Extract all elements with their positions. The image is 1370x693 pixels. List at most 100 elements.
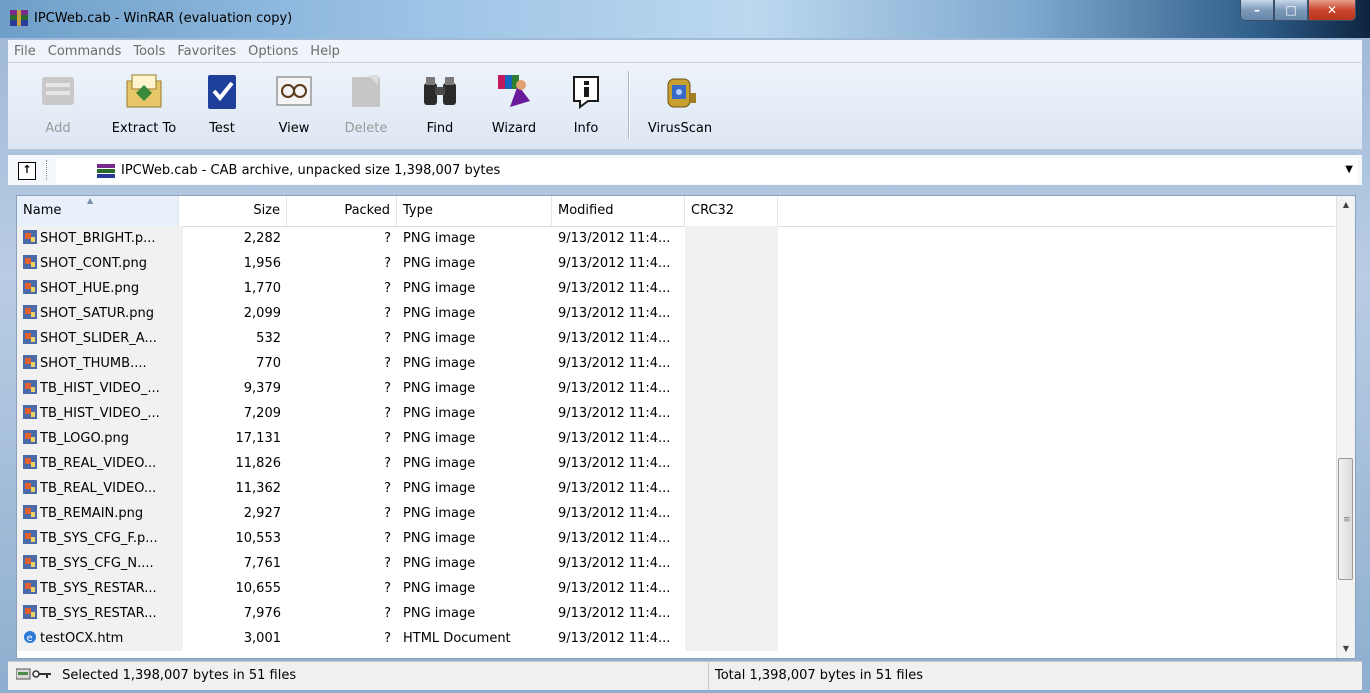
file-row[interactable]: SHOT_BRIGHT.p... 2,282? PNG image 9/13/2012… <box>17 226 1335 251</box>
scroll-down-icon[interactable]: ▼ <box>1337 640 1355 658</box>
delete-button[interactable]: Delete <box>336 71 396 145</box>
file-row[interactable]: TB_HIST_VIDEO_... 9,379? PNG image 9/13/201… <box>17 376 1335 401</box>
file-crc32-cell <box>685 226 778 251</box>
file-packed-cell: ? <box>384 381 391 396</box>
file-name-text: TB_HIST_VIDEO_... <box>40 381 160 396</box>
info-button[interactable]: Info <box>556 71 616 145</box>
file-crc32-cell <box>685 626 778 651</box>
extract-to-button[interactable]: Extract To <box>108 71 180 145</box>
file-type-cell: PNG image <box>403 231 476 246</box>
file-type-cell: PNG image <box>403 606 476 621</box>
test-icon <box>208 75 236 109</box>
scroll-thumb[interactable]: ≡ <box>1338 458 1353 580</box>
title-bar[interactable]: IPCWeb.cab - WinRAR (evaluation copy) – … <box>0 0 1370 38</box>
dropdown-arrow-icon[interactable]: ▼ <box>1345 164 1353 175</box>
png-file-icon <box>23 405 37 419</box>
info-label: Info <box>573 121 599 136</box>
file-row[interactable]: TB_HIST_VIDEO_... 7,209? PNG image 9/13/201… <box>17 401 1335 426</box>
file-name-cell: TB_LOGO.png <box>17 426 183 451</box>
file-modified-cell: 9/13/2012 11:4... <box>558 556 671 571</box>
menu-commands[interactable]: Commands <box>42 44 128 59</box>
file-row[interactable]: SHOT_CONT.png 1,956? PNG image 9/13/2012 11… <box>17 251 1335 276</box>
file-name-text: SHOT_CONT.png <box>40 256 148 271</box>
file-row[interactable]: TB_REAL_VIDEO... 11,826? PNG image 9/13/201… <box>17 451 1335 476</box>
minimize-button[interactable]: – <box>1240 0 1274 21</box>
file-modified-cell: 9/13/2012 11:4... <box>558 356 671 371</box>
png-file-icon <box>23 305 37 319</box>
file-row[interactable]: TB_LOGO.png 17,131? PNG image 9/13/2012 11:… <box>17 426 1335 451</box>
file-type-cell: PNG image <box>403 256 476 271</box>
file-row[interactable]: TB_REAL_VIDEO... 11,362? PNG image 9/13/201… <box>17 476 1335 501</box>
file-crc32-cell <box>685 301 778 326</box>
vertical-scrollbar[interactable]: ▲ ≡ ▼ <box>1336 196 1355 658</box>
winrar-window: IPCWeb.cab - WinRAR (evaluation copy) – … <box>0 0 1370 693</box>
file-name-cell: SHOT_SLIDER_A... <box>17 326 183 351</box>
file-packed-cell: ? <box>384 531 391 546</box>
archive-path-text: IPCWeb.cab - CAB archive, unpacked size … <box>121 163 501 178</box>
find-binoculars-icon <box>424 77 456 105</box>
virus-scan-button[interactable]: VirusScan <box>642 71 718 145</box>
file-crc32-cell <box>685 276 778 301</box>
column-size-label: Size <box>253 203 280 218</box>
file-row[interactable]: SHOT_SATUR.png 2,099? PNG image 9/13/2012 1… <box>17 301 1335 326</box>
file-row[interactable]: TB_SYS_CFG_F.p... 10,553? PNG image 9/13/20… <box>17 526 1335 551</box>
file-modified-cell: 9/13/2012 11:4... <box>558 456 671 471</box>
rar-archive-icon <box>97 164 115 178</box>
file-row[interactable]: TB_SYS_RESTAR... 10,655? PNG image 9/13/201… <box>17 576 1335 601</box>
file-modified-cell: 9/13/2012 11:4... <box>558 431 671 446</box>
up-one-level-button[interactable]: ↑ <box>18 162 36 180</box>
file-size-cell: 7,761 <box>243 556 281 571</box>
add-button[interactable]: Add <box>28 71 88 145</box>
svg-text:e: e <box>27 633 33 644</box>
file-name-cell: TB_SYS_RESTAR... <box>17 601 183 626</box>
file-row[interactable]: TB_SYS_CFG_N.... 7,761? PNG image 9/13/2012… <box>17 551 1335 576</box>
file-modified-cell: 9/13/2012 11:4... <box>558 406 671 421</box>
column-size[interactable]: Size <box>179 196 287 226</box>
file-size-cell: 2,282 <box>243 231 281 246</box>
file-row[interactable]: SHOT_SLIDER_A... 532? PNG image 9/13/2012 1… <box>17 326 1335 351</box>
file-row[interactable]: SHOT_THUMB.... 770? PNG image 9/13/2012 11:… <box>17 351 1335 376</box>
file-crc32-cell <box>685 326 778 351</box>
find-label: Find <box>426 121 454 136</box>
file-name-text: TB_REAL_VIDEO... <box>40 456 157 471</box>
file-modified-cell: 9/13/2012 11:4... <box>558 631 671 646</box>
column-crc32[interactable]: CRC32 <box>685 196 778 226</box>
file-name-text: SHOT_BRIGHT.p... <box>40 231 156 246</box>
close-button[interactable]: ✕ <box>1308 0 1356 21</box>
menu-file[interactable]: File <box>8 44 42 59</box>
wizard-button[interactable]: Wizard <box>484 71 544 145</box>
column-type[interactable]: Type <box>397 196 552 226</box>
file-size-cell: 17,131 <box>235 431 282 446</box>
file-row[interactable]: TB_REMAIN.png 2,927? PNG image 9/13/2012 11… <box>17 501 1335 526</box>
test-button[interactable]: Test <box>192 71 252 145</box>
find-button[interactable]: Find <box>410 71 470 145</box>
file-row[interactable]: TB_SYS_RESTAR... 7,976? PNG image 9/13/2012… <box>17 601 1335 626</box>
add-archive-icon <box>42 77 74 105</box>
file-packed-cell: ? <box>384 556 391 571</box>
file-row[interactable]: e testOCX.htm 3,001? HTML Document 9/13/2012… <box>17 626 1335 651</box>
png-file-icon <box>23 580 37 594</box>
column-modified[interactable]: Modified <box>552 196 685 226</box>
delete-label: Delete <box>344 121 388 136</box>
view-button[interactable]: View <box>264 71 324 145</box>
menu-options[interactable]: Options <box>242 44 304 59</box>
file-name-text: SHOT_SLIDER_A... <box>40 331 157 346</box>
archive-path-field[interactable]: IPCWeb.cab - CAB archive, unpacked size … <box>56 158 1358 184</box>
column-name-label: Name <box>23 203 62 218</box>
file-packed-cell: ? <box>384 281 391 296</box>
file-name-text: SHOT_THUMB.... <box>40 356 147 371</box>
status-selection-text: Selected 1,398,007 bytes in 51 files <box>62 668 297 683</box>
file-name-text: SHOT_SATUR.png <box>40 306 154 321</box>
file-name-cell: e testOCX.htm <box>17 626 183 651</box>
maximize-button[interactable]: □ <box>1274 0 1308 21</box>
file-packed-cell: ? <box>384 406 391 421</box>
file-name-cell: SHOT_SATUR.png <box>17 301 183 326</box>
menu-tools[interactable]: Tools <box>127 44 171 59</box>
menu-help[interactable]: Help <box>304 44 346 59</box>
file-row[interactable]: SHOT_HUE.png 1,770? PNG image 9/13/2012 11:… <box>17 276 1335 301</box>
column-packed[interactable]: Packed <box>287 196 397 226</box>
column-name[interactable]: Name ▲ <box>17 196 179 226</box>
file-type-cell: PNG image <box>403 531 476 546</box>
scroll-up-icon[interactable]: ▲ <box>1337 196 1355 214</box>
menu-favorites[interactable]: Favorites <box>171 44 242 59</box>
